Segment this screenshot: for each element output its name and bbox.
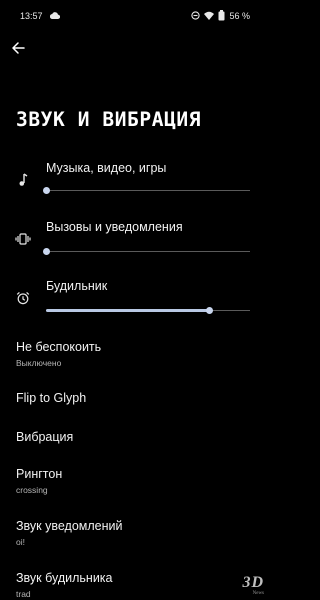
volume-alarm-label: Будильник (46, 279, 108, 293)
vibrate-icon (14, 230, 32, 248)
watermark-logo: 3D (242, 574, 264, 591)
setting-title: Вибрация (16, 430, 74, 444)
volume-alarm-row: Будильник (0, 274, 268, 322)
setting-do-not-disturb[interactable]: Не беспокоить Выключено (16, 340, 101, 368)
setting-title: Звук будильника (16, 571, 113, 585)
volume-alarm-fill (46, 309, 210, 312)
volume-calls-label: Вызовы и уведомления (46, 220, 183, 234)
music-note-icon (14, 171, 32, 189)
battery-percent: 56 % (229, 10, 250, 21)
setting-subtitle: Выключено (16, 358, 62, 368)
setting-ringtone[interactable]: Рингтон crossing (16, 467, 62, 495)
page-title: ЗВУК И ВИБРАЦИЯ (16, 108, 202, 131)
status-bar: 13:57 56 % (0, 0, 268, 32)
volume-alarm-thumb[interactable] (206, 307, 214, 314)
setting-subtitle: trad (16, 589, 31, 599)
setting-title: Не беспокоить (16, 340, 102, 354)
volume-media-slider[interactable] (43, 187, 250, 194)
alarm-icon (14, 289, 32, 307)
volume-alarm-slider[interactable] (46, 307, 250, 314)
setting-alarm-sound[interactable]: Звук будильника trad (16, 571, 113, 599)
setting-subtitle: oi! (16, 537, 25, 547)
setting-title: Звук уведомлений (16, 519, 123, 533)
battery-icon (218, 10, 225, 21)
setting-title: Flip to Glyph (16, 391, 87, 405)
volume-media-row: Музыка, видео, игры (0, 156, 268, 204)
volume-calls-slider[interactable] (43, 248, 250, 255)
back-button[interactable] (8, 38, 28, 58)
setting-flip-to-glyph[interactable]: Flip to Glyph (16, 391, 86, 406)
wifi-icon (204, 11, 215, 20)
status-icons: 56 % (191, 10, 250, 21)
setting-title: Рингтон (16, 467, 63, 481)
watermark: 3D News (242, 574, 264, 597)
setting-vibration[interactable]: Вибрация (16, 430, 73, 445)
watermark-sub: News (252, 591, 264, 596)
volume-media-label: Музыка, видео, игры (46, 161, 167, 175)
setting-subtitle: crossing (16, 485, 48, 495)
dnd-icon (191, 11, 201, 20)
cloud-icon (49, 11, 61, 21)
volume-calls-row: Вызовы и уведомления (0, 215, 268, 263)
setting-notification-sound[interactable]: Звук уведомлений oi! (16, 519, 123, 547)
status-time: 13:57 (20, 11, 43, 21)
arrow-left-icon (12, 42, 25, 54)
volume-calls-thumb[interactable] (43, 248, 50, 255)
volume-media-thumb[interactable] (43, 187, 50, 194)
